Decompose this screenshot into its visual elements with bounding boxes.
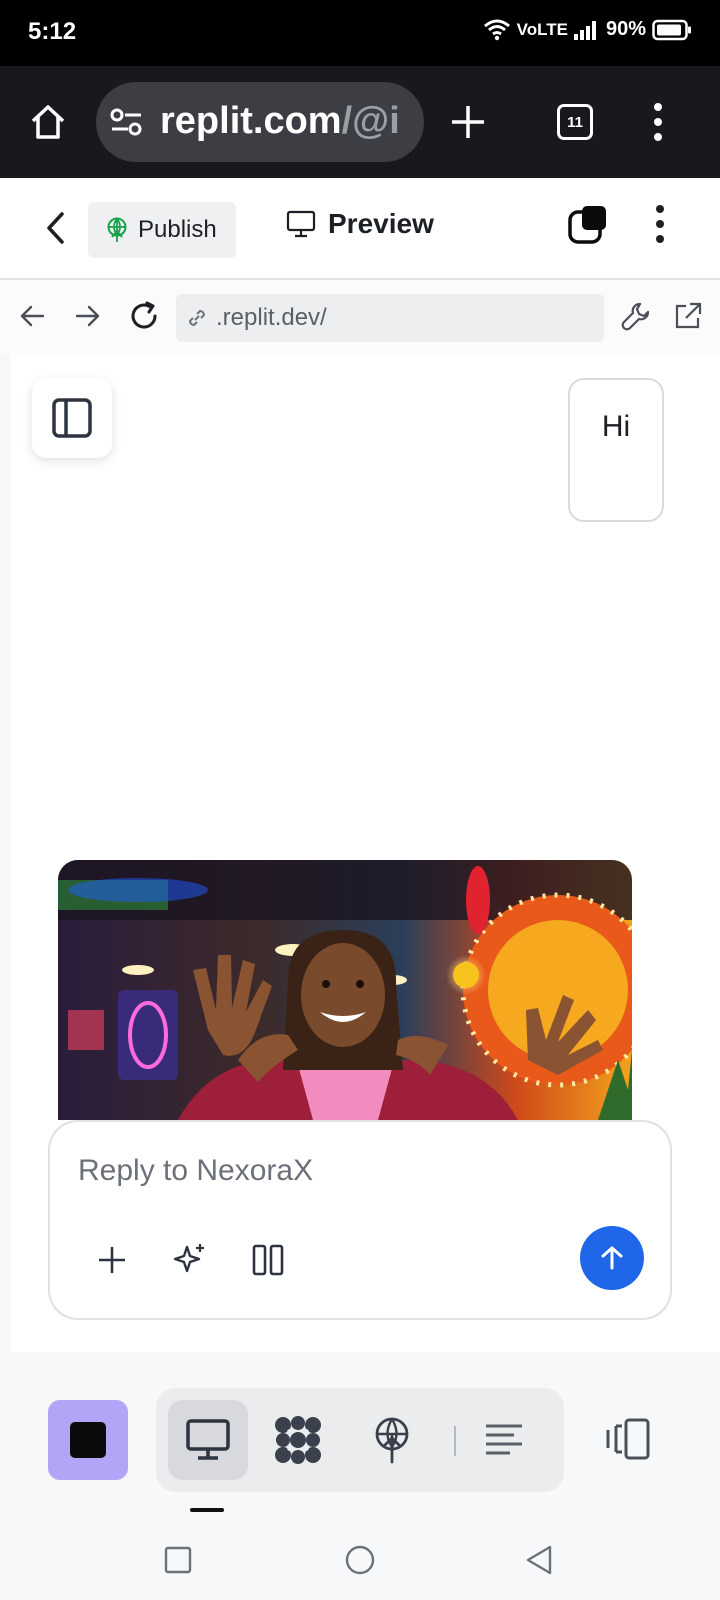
tool-divider (454, 1426, 456, 1456)
home-circle-icon[interactable] (344, 1544, 376, 1576)
back-arrow-icon[interactable] (18, 302, 46, 330)
url-bar[interactable]: replit.com/@i (96, 82, 424, 162)
reply-input[interactable] (78, 1148, 638, 1194)
recents-icon[interactable] (164, 1546, 192, 1574)
publish-button[interactable]: Publish (88, 202, 236, 258)
replit-header: Publish Preview (0, 178, 720, 280)
scroll-edge (0, 354, 10, 1352)
sidebar-toggle-button[interactable] (32, 378, 112, 458)
home-icon[interactable] (28, 102, 68, 142)
monitor-icon[interactable] (178, 1410, 238, 1470)
stop-button[interactable] (48, 1400, 128, 1480)
preview-url-input[interactable]: .replit.dev/ (176, 294, 604, 342)
browser-toolbar: replit.com/@i 11 (0, 66, 720, 178)
layout-icon[interactable] (604, 1418, 652, 1460)
active-tool-indicator (190, 1508, 224, 1512)
status-bar: 5:12 VoLTE 90% (0, 0, 720, 66)
generated-image[interactable] (58, 860, 632, 1120)
chat-composer (48, 1120, 672, 1320)
arrow-up-icon (598, 1244, 626, 1272)
workspace-icon[interactable] (268, 1410, 328, 1470)
tool-switcher (156, 1388, 564, 1492)
network-type: VoLTE (516, 19, 568, 39)
url-path: /@i (341, 100, 400, 142)
signal-icon (573, 20, 600, 40)
battery-percent: 90% (605, 18, 646, 40)
back-triangle-icon[interactable] (524, 1544, 554, 1576)
system-nav-bar (0, 1520, 720, 1600)
send-button[interactable] (580, 1226, 644, 1290)
wrench-icon[interactable] (620, 300, 652, 332)
url-text: replit.com/@i (160, 100, 400, 143)
back-icon[interactable] (44, 210, 68, 246)
monitor-icon (286, 210, 316, 238)
url-domain: replit.com (160, 100, 342, 142)
status-time: 5:12 (28, 18, 77, 45)
preview-label: Preview (328, 208, 434, 239)
wifi-icon (483, 19, 511, 41)
publish-icon (106, 217, 128, 243)
status-icons: VoLTE 90% (483, 18, 692, 41)
new-tab-icon[interactable] (448, 102, 488, 142)
forward-arrow-icon[interactable] (74, 302, 102, 330)
plus-icon[interactable] (90, 1238, 134, 1282)
site-settings-icon[interactable] (110, 106, 144, 138)
tab-switcher-button[interactable]: 11 (557, 104, 593, 140)
sidebar-icon (51, 397, 93, 439)
menu-icon[interactable] (652, 102, 664, 142)
reload-icon[interactable] (128, 300, 160, 332)
preview-address-row: .replit.dev/ (0, 280, 720, 354)
link-icon (184, 305, 210, 331)
publish-label: Publish (138, 216, 217, 243)
publish-icon[interactable] (362, 1410, 422, 1470)
user-message-text: Hi (601, 410, 631, 443)
preview-url: .replit.dev/ (216, 304, 327, 331)
sparkle-icon[interactable] (168, 1238, 212, 1282)
user-message-bubble: Hi (568, 378, 664, 522)
tab-count: 11 (567, 113, 583, 131)
open-external-icon[interactable] (672, 300, 704, 332)
preview-tab[interactable]: Preview (286, 208, 434, 240)
battery-icon (652, 19, 692, 41)
columns-icon[interactable] (246, 1238, 290, 1282)
more-icon[interactable] (654, 204, 666, 244)
console-icon[interactable] (474, 1410, 534, 1470)
devtools-icon[interactable] (568, 204, 610, 246)
stop-icon (70, 1422, 106, 1458)
